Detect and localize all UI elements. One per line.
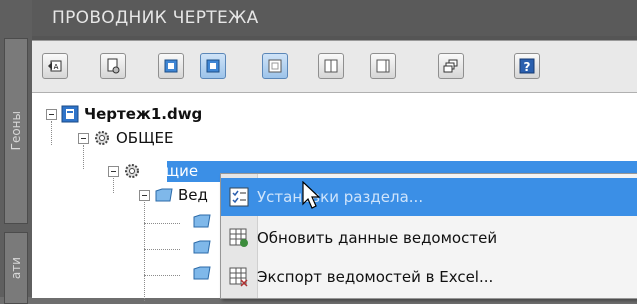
collapse-icon[interactable] <box>78 132 89 144</box>
drawing-file-icon <box>61 105 79 123</box>
side-tab-geons[interactable]: Геоны <box>4 38 28 224</box>
windows-stack-icon <box>443 59 458 73</box>
folder-icon[interactable] <box>192 238 212 256</box>
collapse-icon[interactable] <box>46 108 57 120</box>
svg-text:?: ? <box>524 60 531 74</box>
tree-node-root[interactable]: Чертеж1.dwg <box>46 103 202 125</box>
tree-view-icon <box>164 59 178 73</box>
side-tab-second[interactable]: ати <box>4 232 28 304</box>
menu-item-export-excel[interactable]: Экспорт ведомостей в Excel... <box>221 258 637 296</box>
tree-node-root-label: Чертеж1.dwg <box>84 105 203 123</box>
tree-node-general[interactable]: ОБЩЕЕ <box>78 127 173 149</box>
svg-text:A: A <box>54 63 59 71</box>
toolbar-layout-full-button[interactable] <box>262 53 288 79</box>
collapse-icon[interactable] <box>108 165 119 177</box>
folder-icon[interactable] <box>192 264 212 282</box>
tree-expand-icon <box>206 59 220 73</box>
table-export-icon <box>229 267 248 287</box>
tree-node-common-label: Общие <box>144 162 199 180</box>
menu-item-update-schedules-label: Обновить данные ведомостей <box>257 229 498 247</box>
toolbar-layout-right-button[interactable] <box>370 53 396 79</box>
context-menu: Установки раздела... Обновить данные вед… <box>220 173 637 299</box>
tree-connector <box>144 249 180 250</box>
layout-split-icon <box>324 59 338 73</box>
side-strip: Геоны ати <box>0 0 32 304</box>
tree-connector <box>144 223 180 224</box>
toolbar-document-button[interactable] <box>100 53 126 79</box>
document-gear-icon <box>107 58 120 74</box>
gear-icon <box>95 131 109 145</box>
side-tab-geons-label: Геоны <box>9 111 23 151</box>
toolbar-windows-button[interactable] <box>438 53 464 79</box>
folder-icon[interactable] <box>192 212 212 230</box>
folder-icon <box>155 188 173 202</box>
checklist-icon <box>229 187 249 207</box>
tree-node-schedules[interactable]: Вед <box>139 184 208 206</box>
panel-title: ПРОВОДНИК ЧЕРТЕЖА <box>32 0 637 36</box>
toolbar-tree-button[interactable] <box>158 53 184 79</box>
layout-right-icon <box>376 59 390 73</box>
menu-item-section-settings[interactable]: Установки раздела... <box>221 178 637 216</box>
menu-item-export-excel-label: Экспорт ведомостей в Excel... <box>257 268 494 286</box>
menu-item-update-schedules[interactable]: Обновить данные ведомостей <box>221 219 637 257</box>
collapse-icon[interactable] <box>139 189 150 201</box>
layout-full-icon <box>268 59 282 73</box>
tree-node-general-label: ОБЩЕЕ <box>116 129 174 147</box>
help-icon: ? <box>519 58 535 74</box>
gear-icon <box>125 164 139 178</box>
tree-node-common[interactable]: Общие <box>108 160 198 182</box>
toolbar-layout-split-button[interactable] <box>318 53 344 79</box>
toolbar-help-button[interactable]: ? <box>514 53 540 79</box>
side-tab-second-label: ати <box>9 256 23 280</box>
tree-connector <box>144 191 145 301</box>
toolbar-tree-alt-button[interactable] <box>200 53 226 79</box>
tree-connector <box>144 275 180 276</box>
mouse-cursor-icon <box>302 181 321 209</box>
tree-node-schedules-label: Вед <box>178 186 208 204</box>
toolbar-back-button[interactable]: A <box>42 53 68 79</box>
toolbar: A ? <box>32 40 637 93</box>
back-arrow-icon: A <box>48 60 62 72</box>
table-refresh-icon <box>229 228 248 247</box>
